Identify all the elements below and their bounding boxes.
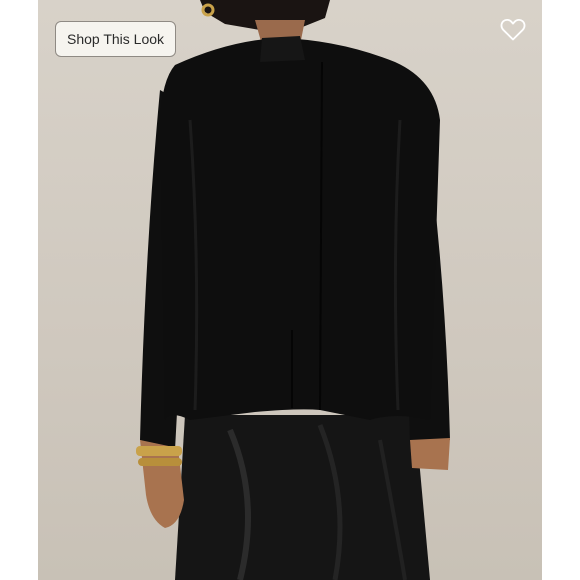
- shop-this-look-label: Shop This Look: [66, 31, 165, 47]
- model-wearing-blazer-illustration: [136, 0, 450, 580]
- heart-outline-icon[interactable]: [500, 18, 526, 42]
- shop-this-look-button[interactable]: Shop This Look: [55, 21, 176, 57]
- product-photo: [38, 0, 542, 580]
- product-image-viewer: Shop This Look: [0, 0, 580, 580]
